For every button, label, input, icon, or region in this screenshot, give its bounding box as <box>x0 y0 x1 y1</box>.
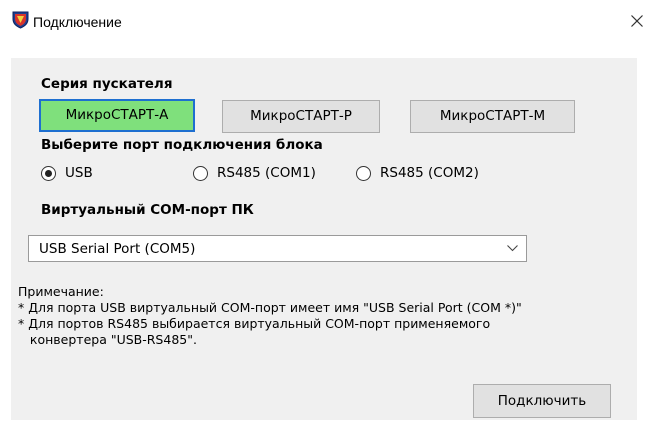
com-port-select[interactable]: USB Serial Port (COM5) <box>28 235 527 262</box>
radio-circle <box>193 166 208 181</box>
note-line-3: конвертера "USB-RS485". <box>18 332 197 347</box>
series-label: Серия пускателя <box>41 76 173 92</box>
close-icon <box>631 15 643 27</box>
com-port-value: USB Serial Port (COM5) <box>39 241 196 257</box>
shield-app-icon <box>12 11 29 29</box>
radio-circle <box>41 166 56 181</box>
series-button-a[interactable]: МикроСТАРТ-А <box>39 99 195 132</box>
radio-rs485-com2[interactable]: RS485 (COM2) <box>356 164 496 184</box>
virtual-com-label: Виртуальный COM-порт ПК <box>41 202 254 218</box>
series-button-r[interactable]: МикроСТАРТ-Р <box>222 100 380 133</box>
port-label: Выберите порт подключения блока <box>41 137 323 153</box>
radio-circle <box>356 166 371 181</box>
note-title: Примечание: <box>18 284 104 299</box>
connect-button[interactable]: Подключить <box>473 384 611 418</box>
radio-dot <box>45 170 52 177</box>
chevron-down-icon <box>507 245 518 252</box>
radio-com2-label: RS485 (COM2) <box>380 165 479 181</box>
window-title: Подключение <box>33 14 122 30</box>
series-button-m[interactable]: МикроСТАРТ-М <box>410 100 575 133</box>
close-button[interactable] <box>626 8 648 34</box>
title-bar: Подключение <box>0 0 648 44</box>
radio-com1-label: RS485 (COM1) <box>217 165 316 181</box>
note-line-2: * Для портов RS485 выбирается виртуальны… <box>18 316 491 331</box>
radio-usb[interactable]: USB <box>41 164 121 184</box>
note-line-1: * Для порта USB виртуальный COM-порт име… <box>18 300 522 315</box>
radio-rs485-com1[interactable]: RS485 (COM1) <box>193 164 333 184</box>
radio-usb-label: USB <box>65 165 93 181</box>
